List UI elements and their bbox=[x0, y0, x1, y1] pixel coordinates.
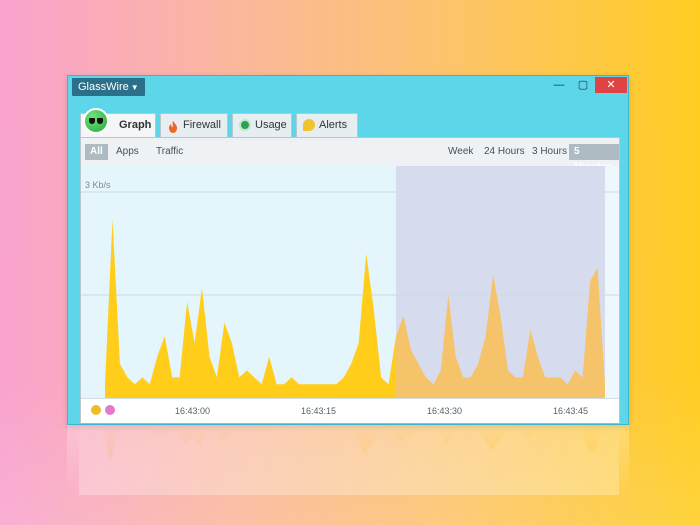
alert-pin-icon bbox=[303, 119, 315, 131]
x-tick-label: 16:43:15 bbox=[301, 406, 337, 416]
tab-label: Alerts bbox=[319, 119, 348, 131]
tab-alerts[interactable]: Alerts bbox=[296, 113, 358, 137]
maximize-button[interactable]: ▢ bbox=[570, 77, 596, 93]
tab-graph[interactable]: Graph bbox=[80, 108, 156, 137]
range-5-minutes-button[interactable]: 5 Minutes bbox=[569, 144, 619, 173]
app-menu-button[interactable]: GlassWire ▼ bbox=[72, 78, 145, 96]
glasses-logo-icon bbox=[83, 108, 109, 134]
tab-label: Firewall bbox=[183, 119, 221, 131]
timeline-bar: 16:43:00 16:43:15 16:43:30 16:43:45 bbox=[81, 398, 619, 423]
x-tick-label: 16:43:30 bbox=[427, 406, 463, 416]
tab-label: Graph bbox=[119, 119, 152, 131]
tab-label: Usage bbox=[255, 119, 287, 131]
filter-all-button[interactable]: All bbox=[85, 144, 108, 160]
window-reflection bbox=[67, 425, 629, 495]
tab-firewall[interactable]: Firewall bbox=[160, 113, 228, 137]
close-button[interactable]: ✕ bbox=[595, 77, 627, 93]
graph-right-margin bbox=[605, 166, 619, 398]
event-marker-icon[interactable] bbox=[105, 405, 115, 415]
traffic-graph[interactable]: 3 Kb/s bbox=[81, 166, 619, 398]
x-tick-label: 16:43:45 bbox=[553, 406, 589, 416]
x-tick-label: 16:43:00 bbox=[175, 406, 211, 416]
range-week-button[interactable]: Week bbox=[443, 144, 478, 160]
tab-usage[interactable]: Usage bbox=[232, 113, 292, 137]
usage-circle-icon bbox=[239, 119, 251, 131]
chevron-down-icon: ▼ bbox=[130, 83, 139, 92]
event-marker-icon[interactable] bbox=[91, 405, 101, 415]
app-window: GlassWire ▼ — ▢ ✕ Graph Firewall Usage Al… bbox=[67, 75, 629, 425]
y-axis-tick-label: 3 Kb/s bbox=[85, 180, 111, 190]
title-bar: GlassWire ▼ — ▢ ✕ bbox=[68, 76, 628, 98]
range-24-hours-button[interactable]: 24 Hours bbox=[479, 144, 530, 160]
range-3-hours-button[interactable]: 3 Hours bbox=[527, 144, 572, 160]
app-menu-label: GlassWire bbox=[78, 81, 129, 93]
minimize-button[interactable]: — bbox=[546, 77, 572, 93]
filter-traffic-button[interactable]: Traffic bbox=[151, 144, 188, 160]
graph-panel: All Apps Traffic Week 24 Hours 3 Hours 5… bbox=[80, 137, 620, 423]
flame-icon bbox=[167, 119, 179, 133]
filter-bar: All Apps Traffic Week 24 Hours 3 Hours 5… bbox=[81, 138, 619, 173]
filter-apps-button[interactable]: Apps bbox=[111, 144, 144, 160]
